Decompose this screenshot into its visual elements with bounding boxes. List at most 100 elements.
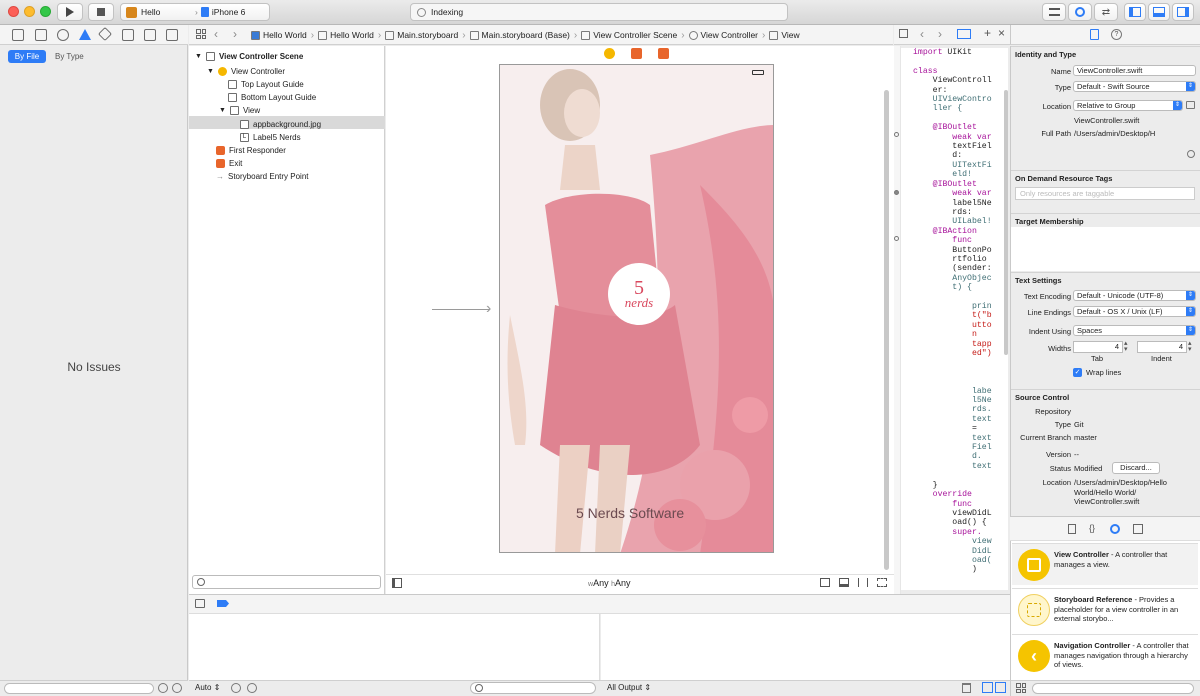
size-class-control[interactable]: wAny hAny [588,578,631,588]
back-arrow-icon[interactable]: ‹ [214,27,218,41]
variables-filter-input[interactable] [470,682,596,694]
navigator-filter-input[interactable] [4,683,154,694]
folder-icon[interactable] [1186,101,1195,109]
wrap-lines-checkbox[interactable]: ✓ [1073,368,1082,377]
source-editor[interactable]: import UIKit class ViewControll er: UIVi… [901,48,1008,590]
indent-width-field[interactable]: 4 [1137,341,1187,353]
report-icon[interactable] [166,29,178,41]
outline-row[interactable]: Top Layout Guide [228,78,304,91]
target-list[interactable] [1011,227,1200,271]
label-5-nerds[interactable]: 5 Nerds Software [576,505,684,521]
breadcrumb-item[interactable]: Main.storyboard (Base) [469,30,570,40]
related-items-icon[interactable] [899,29,908,38]
symbol-icon[interactable] [35,29,47,41]
assistant-editor-button[interactable] [1068,3,1092,21]
outline-filter-input[interactable] [192,575,381,589]
toggle-navigator-button[interactable] [1124,3,1146,21]
tab-width-field[interactable]: 4 [1073,341,1123,353]
add-assistant-icon[interactable]: + [984,26,991,40]
grid-view-icon[interactable] [1016,683,1026,693]
indent-using-popup[interactable]: Spaces ⇕ [1073,325,1196,336]
object-library-icon[interactable] [1110,524,1120,534]
warning-icon[interactable] [79,29,91,40]
code-snippet-icon[interactable]: {} [1089,523,1095,533]
run-button[interactable] [57,3,83,21]
pin-icon[interactable] [858,578,868,587]
outline-row[interactable]: Bottom Layout Guide [228,91,316,104]
breakpoint-icon[interactable] [144,29,156,41]
indent-width-stepper[interactable]: ▴ ▾ [1188,340,1192,353]
line-endings-popup[interactable]: Default - OS X / Unix (LF) ⇕ [1073,306,1196,317]
warning-filter-icon[interactable] [158,683,168,693]
location-popup[interactable]: Relative to Group ⇕ [1073,100,1183,111]
media-library-icon[interactable] [1133,524,1143,534]
toggle-outline-icon[interactable] [392,578,402,588]
error-filter-icon[interactable] [172,683,182,693]
breadcrumb-item[interactable]: Hello World [318,30,374,40]
library-item[interactable]: ‹ Navigation Controller - A controller t… [1012,634,1198,676]
tab-by-file[interactable]: By File [8,50,46,63]
search-icon[interactable] [57,29,69,41]
outline-row[interactable]: appbackground.jpg [240,118,321,131]
variables-view-toggle-icon[interactable] [982,682,993,693]
outlet-connection-icon[interactable] [894,132,899,137]
align-icon[interactable] [839,578,849,587]
resolve-issues-icon[interactable] [877,578,887,587]
outline-row[interactable]: ▼ View [219,104,260,117]
standard-editor-button[interactable] [1042,3,1066,21]
library-filter-input[interactable] [1032,683,1194,694]
info-icon[interactable] [247,683,257,693]
file-inspector-icon[interactable] [1090,29,1099,40]
breadcrumb-item[interactable]: View Controller [688,30,758,40]
outline-row[interactable]: → Storyboard Entry Point [216,170,308,183]
file-template-icon[interactable] [1068,524,1076,534]
code-scrollbar[interactable] [1004,90,1008,355]
forward-arrow-icon[interactable]: › [938,27,942,41]
canvas-scrollbar[interactable] [884,90,889,570]
tab-by-type[interactable]: By Type [55,50,95,63]
assistant-mode-icon[interactable] [957,29,971,39]
outline-row[interactable]: ▼ View Controller [207,65,285,78]
library-item[interactable]: View Controller - A controller that mana… [1012,543,1198,585]
debug-icon[interactable] [122,29,134,41]
hide-debug-icon[interactable] [195,599,205,608]
trash-icon[interactable] [962,683,971,693]
help-icon[interactable]: ? [1111,29,1122,40]
toggle-utilities-button[interactable] [1172,3,1194,21]
output-popup[interactable]: All Output ⇕ [607,683,651,692]
encoding-popup[interactable]: Default - Unicode (UTF-8) ⇕ [1073,290,1196,301]
outlet-connection-icon[interactable] [894,190,899,195]
exit-dock-icon[interactable] [658,48,669,59]
first-responder-dock-icon[interactable] [631,48,642,59]
version-editor-button[interactable]: ⇄ [1094,3,1118,21]
library-item[interactable]: Storyboard Reference - Provides a placeh… [1012,588,1198,630]
toggle-debug-button[interactable] [1148,3,1170,21]
close-window-button[interactable] [8,6,19,17]
name-field[interactable]: ViewController.swift [1073,65,1196,76]
console-view-toggle-icon[interactable] [995,682,1006,693]
quick-look-icon[interactable] [231,683,241,693]
stack-view-icon[interactable] [820,578,830,587]
auto-popup[interactable]: Auto ⇕ [195,683,220,692]
stop-button[interactable] [88,3,114,21]
forward-arrow-icon[interactable]: › [233,27,237,41]
action-connection-icon[interactable] [894,236,899,241]
close-assistant-icon[interactable]: × [998,26,1005,40]
folder-icon[interactable] [12,29,24,41]
reveal-arrow-icon[interactable] [1187,150,1195,158]
minimize-window-button[interactable] [24,6,35,17]
discard-button[interactable]: Discard... [1112,462,1160,474]
breadcrumb-item[interactable]: Hello World [251,30,307,40]
zoom-window-button[interactable] [40,6,51,17]
outline-row[interactable]: Exit [216,157,242,170]
console-view[interactable] [601,614,1010,680]
entry-point-arrow[interactable] [432,309,490,310]
view-controller-dock-icon[interactable] [604,48,615,59]
outline-row[interactable]: First Responder [216,144,286,157]
odr-tags-field[interactable]: Only resources are taggable [1015,187,1195,200]
file-type-popup[interactable]: Default - Swift Source ⇕ [1073,81,1196,92]
back-arrow-icon[interactable]: ‹ [920,27,924,41]
breadcrumb-item[interactable]: Main.storyboard [385,30,458,40]
view-controller-scene[interactable]: 5 nerds 5 Nerds Software [499,64,774,553]
outline-row[interactable]: L Label5 Nerds [240,131,301,144]
